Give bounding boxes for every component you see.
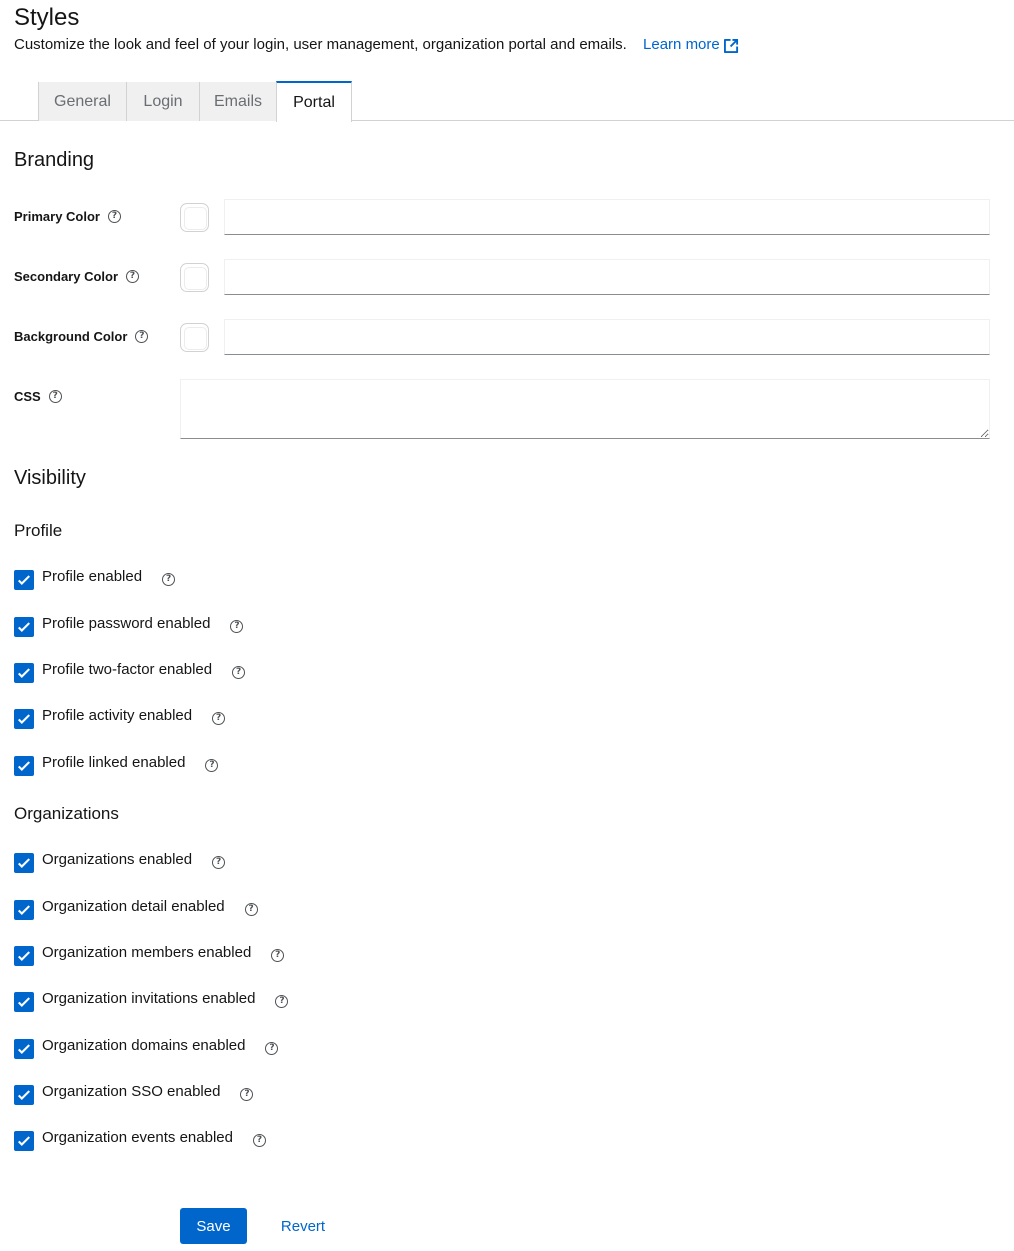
profile-linked-enabled-checkbox[interactable] xyxy=(14,756,34,776)
tab-emails[interactable]: Emails xyxy=(200,82,277,121)
secondary-color-label: Secondary Color ? xyxy=(14,269,140,284)
organization-events-enabled-row: Organization events enabled ? xyxy=(14,1128,266,1152)
help-icon[interactable]: ? xyxy=(240,1088,254,1101)
page-title: Styles xyxy=(14,4,80,31)
tab-bar: General Login Emails Portal xyxy=(0,81,1014,122)
organization-sso-enabled-checkbox[interactable] xyxy=(14,1085,34,1105)
profile-enabled-label[interactable]: Profile enabled xyxy=(42,567,142,587)
check-icon xyxy=(18,668,30,678)
organizations-enabled-checkbox[interactable] xyxy=(14,853,34,873)
css-label-text: CSS xyxy=(14,389,41,404)
profile-two-factor-enabled-checkbox[interactable] xyxy=(14,663,34,683)
organization-members-enabled-row: Organization members enabled ? xyxy=(14,943,285,967)
secondary-color-input[interactable] xyxy=(224,259,990,295)
check-icon xyxy=(18,714,30,724)
profile-password-enabled-row: Profile password enabled ? xyxy=(14,614,244,638)
organizations-enabled-label[interactable]: Organizations enabled xyxy=(42,850,192,870)
organization-invitations-enabled-row: Organization invitations enabled ? xyxy=(14,989,289,1013)
organization-detail-enabled-checkbox[interactable] xyxy=(14,900,34,920)
help-icon[interactable]: ? xyxy=(244,903,258,916)
help-icon[interactable]: ? xyxy=(212,856,226,869)
profile-linked-enabled-row: Profile linked enabled ? xyxy=(14,753,219,777)
help-icon[interactable]: ? xyxy=(162,573,176,586)
help-icon[interactable]: ? xyxy=(230,620,244,633)
profile-enabled-row: Profile enabled ? xyxy=(14,567,176,591)
help-icon[interactable]: ? xyxy=(205,759,219,772)
css-label: CSS ? xyxy=(14,389,62,404)
help-icon[interactable]: ? xyxy=(212,712,226,725)
background-color-input[interactable] xyxy=(224,319,990,355)
organization-members-enabled-checkbox[interactable] xyxy=(14,946,34,966)
help-icon[interactable]: ? xyxy=(232,666,246,679)
profile-password-enabled-label[interactable]: Profile password enabled xyxy=(42,614,210,634)
profile-activity-enabled-row: Profile activity enabled ? xyxy=(14,706,226,730)
check-icon xyxy=(18,761,30,771)
organization-events-enabled-label[interactable]: Organization events enabled xyxy=(42,1128,233,1148)
secondary-color-swatch[interactable] xyxy=(180,263,209,292)
help-icon[interactable]: ? xyxy=(126,270,140,283)
check-icon xyxy=(18,1044,30,1054)
check-icon xyxy=(18,1090,30,1100)
profile-heading: Profile xyxy=(14,521,63,540)
organization-domains-enabled-row: Organization domains enabled ? xyxy=(14,1036,279,1060)
profile-linked-enabled-label[interactable]: Profile linked enabled xyxy=(42,753,185,773)
help-icon[interactable]: ? xyxy=(252,1134,266,1147)
help-icon[interactable]: ? xyxy=(135,330,149,343)
organization-sso-enabled-row: Organization SSO enabled ? xyxy=(14,1082,254,1106)
external-link-icon xyxy=(723,38,738,53)
check-icon xyxy=(18,1136,30,1146)
css-textarea[interactable] xyxy=(180,379,990,439)
profile-activity-enabled-checkbox[interactable] xyxy=(14,709,34,729)
revert-button[interactable]: Revert xyxy=(270,1208,336,1244)
check-icon xyxy=(18,622,30,632)
primary-color-swatch[interactable] xyxy=(180,203,209,232)
branding-heading: Branding xyxy=(14,149,95,171)
learn-more-label: Learn more xyxy=(643,36,720,53)
check-icon xyxy=(18,951,30,961)
save-button[interactable]: Save xyxy=(180,1208,247,1244)
learn-more-link[interactable]: Learn more xyxy=(643,35,739,55)
organization-domains-enabled-label[interactable]: Organization domains enabled xyxy=(42,1036,245,1056)
secondary-color-label-text: Secondary Color xyxy=(14,269,119,284)
tab-login[interactable]: Login xyxy=(127,82,200,121)
tab-portal[interactable]: Portal xyxy=(276,81,352,122)
organizations-enabled-row: Organizations enabled ? xyxy=(14,850,226,874)
profile-activity-enabled-label[interactable]: Profile activity enabled xyxy=(42,706,192,726)
help-icon[interactable]: ? xyxy=(48,390,62,403)
organization-invitations-enabled-label[interactable]: Organization invitations enabled xyxy=(42,989,255,1009)
check-icon xyxy=(18,997,30,1007)
organization-events-enabled-checkbox[interactable] xyxy=(14,1131,34,1151)
background-color-label: Background Color ? xyxy=(14,329,149,344)
profile-two-factor-enabled-label[interactable]: Profile two-factor enabled xyxy=(42,660,212,680)
profile-password-enabled-checkbox[interactable] xyxy=(14,617,34,637)
primary-color-label: Primary Color ? xyxy=(14,209,121,224)
page-description: Customize the look and feel of your logi… xyxy=(14,35,739,55)
check-icon xyxy=(18,575,30,585)
organization-detail-enabled-row: Organization detail enabled ? xyxy=(14,897,258,921)
help-icon[interactable]: ? xyxy=(107,210,121,223)
primary-color-label-text: Primary Color xyxy=(14,209,100,224)
organization-sso-enabled-label[interactable]: Organization SSO enabled xyxy=(42,1082,220,1102)
organization-invitations-enabled-checkbox[interactable] xyxy=(14,992,34,1012)
check-icon xyxy=(18,858,30,868)
organization-members-enabled-label[interactable]: Organization members enabled xyxy=(42,943,251,963)
organization-detail-enabled-label[interactable]: Organization detail enabled xyxy=(42,897,225,917)
help-icon[interactable]: ? xyxy=(275,995,289,1008)
background-color-label-text: Background Color xyxy=(14,329,128,344)
check-icon xyxy=(18,905,30,915)
organization-domains-enabled-checkbox[interactable] xyxy=(14,1039,34,1059)
organizations-heading: Organizations xyxy=(14,804,119,823)
visibility-heading: Visibility xyxy=(14,467,86,489)
help-icon[interactable]: ? xyxy=(265,1042,279,1055)
help-icon[interactable]: ? xyxy=(271,949,285,962)
tab-general[interactable]: General xyxy=(38,82,127,121)
primary-color-input[interactable] xyxy=(224,199,990,235)
background-color-swatch[interactable] xyxy=(180,323,209,352)
description-text: Customize the look and feel of your logi… xyxy=(14,36,627,53)
profile-two-factor-enabled-row: Profile two-factor enabled ? xyxy=(14,660,246,684)
profile-enabled-checkbox[interactable] xyxy=(14,570,34,590)
